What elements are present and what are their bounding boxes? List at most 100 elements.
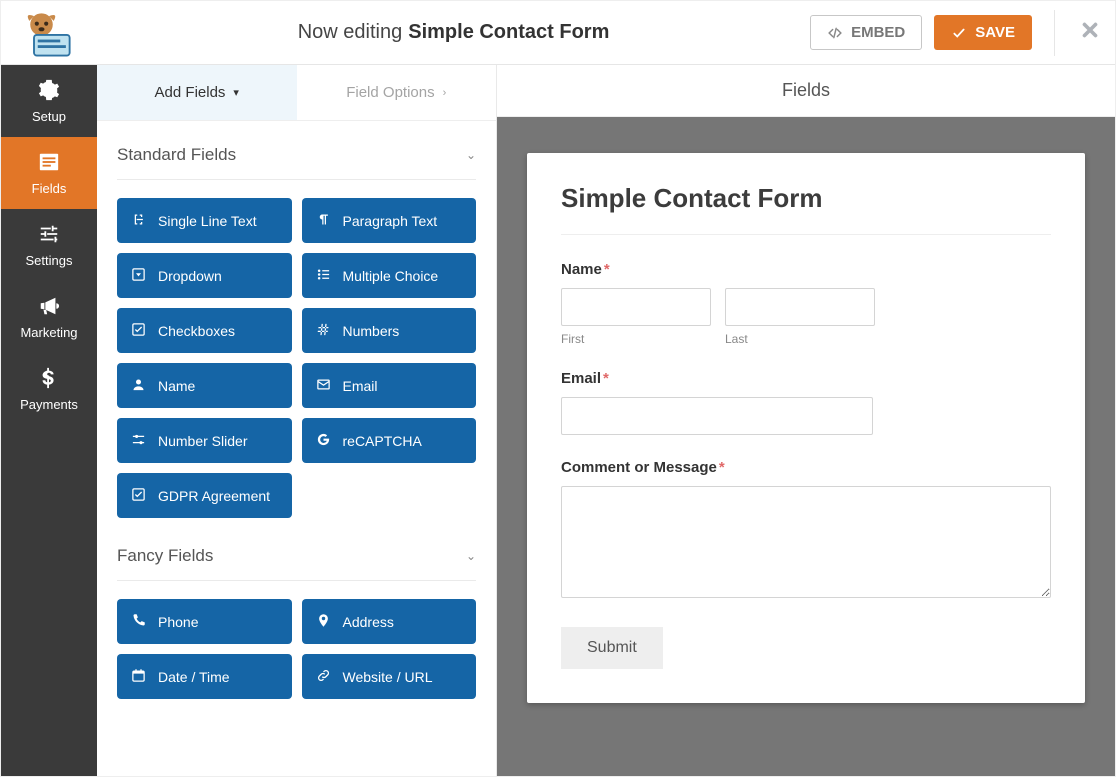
label-email: Email* xyxy=(561,370,1051,387)
tile-gdpr[interactable]: GDPR Agreement xyxy=(117,473,292,518)
tile-label: Address xyxy=(343,614,394,630)
text-cursor-icon xyxy=(131,212,146,230)
required-asterisk: * xyxy=(603,370,609,387)
embed-button[interactable]: EMBED xyxy=(810,15,922,50)
tile-recaptcha[interactable]: reCAPTCHA xyxy=(302,418,477,463)
tile-address[interactable]: Address xyxy=(302,599,477,644)
sliders-icon xyxy=(38,223,60,248)
tile-label: Checkboxes xyxy=(158,323,235,339)
close-icon xyxy=(1079,19,1101,46)
sliders-icon xyxy=(131,432,146,450)
hash-icon xyxy=(316,322,331,340)
input-email[interactable] xyxy=(561,397,873,435)
label-text: Email xyxy=(561,370,601,387)
input-first-name[interactable] xyxy=(561,288,711,326)
close-button[interactable] xyxy=(1065,19,1115,46)
section-toggle-standard[interactable]: Standard Fields ⌄ xyxy=(117,145,476,180)
panel-tabs: Add Fields ▾ Field Options › xyxy=(97,65,496,121)
tile-label: Number Slider xyxy=(158,433,247,449)
code-icon xyxy=(827,26,843,40)
check-square-icon xyxy=(131,487,146,505)
tile-numbers[interactable]: Numbers xyxy=(302,308,477,353)
tile-checkboxes[interactable]: Checkboxes xyxy=(117,308,292,353)
label-text: Name xyxy=(561,261,602,278)
phone-icon xyxy=(131,613,146,631)
rail-label: Settings xyxy=(26,253,73,268)
gear-icon xyxy=(38,79,60,104)
tile-website[interactable]: Website / URL xyxy=(302,654,477,699)
tile-label: Dropdown xyxy=(158,268,222,284)
tile-label: Date / Time xyxy=(158,669,230,685)
fields-panel[interactable]: Add Fields ▾ Field Options › Standard Fi… xyxy=(97,65,497,776)
google-icon xyxy=(316,432,331,450)
tile-grid-standard: Single Line Text Paragraph Text Dropdown… xyxy=(117,198,476,518)
input-last-name[interactable] xyxy=(725,288,875,326)
chevron-down-icon: ⌄ xyxy=(466,549,476,563)
required-asterisk: * xyxy=(604,261,610,278)
tile-number-slider[interactable]: Number Slider xyxy=(117,418,292,463)
save-button[interactable]: SAVE xyxy=(934,15,1032,50)
tile-label: Numbers xyxy=(343,323,400,339)
rail-label: Marketing xyxy=(20,325,77,340)
check-icon xyxy=(951,26,967,40)
dollar-icon xyxy=(38,367,60,392)
section-fancy-fields: Fancy Fields ⌄ Phone Address Date / Time… xyxy=(97,522,496,703)
map-marker-icon xyxy=(316,613,331,631)
tile-label: reCAPTCHA xyxy=(343,433,422,449)
rail-item-payments[interactable]: Payments xyxy=(1,353,97,425)
tile-label: Paragraph Text xyxy=(343,213,438,229)
topbar: Now editing Simple Contact Form EMBED SA… xyxy=(1,1,1115,65)
tile-label: Multiple Choice xyxy=(343,268,439,284)
sublabel-first: First xyxy=(561,332,711,346)
user-icon xyxy=(131,377,146,395)
preview-canvas: Fields Simple Contact Form Name* First L… xyxy=(497,65,1115,776)
tile-paragraph-text[interactable]: Paragraph Text xyxy=(302,198,477,243)
submit-label: Submit xyxy=(587,639,637,656)
tile-phone[interactable]: Phone xyxy=(117,599,292,644)
topbar-actions: EMBED SAVE xyxy=(810,10,1065,56)
link-icon xyxy=(316,668,331,686)
bullhorn-icon xyxy=(38,295,60,320)
rail-item-marketing[interactable]: Marketing xyxy=(1,281,97,353)
canvas-header: Fields xyxy=(497,65,1115,117)
form-title-text: Simple Contact Form xyxy=(408,21,609,44)
rail-item-settings[interactable]: Settings xyxy=(1,209,97,281)
wpforms-logo xyxy=(1,9,97,57)
envelope-icon xyxy=(316,377,331,395)
tile-single-line-text[interactable]: Single Line Text xyxy=(117,198,292,243)
embed-button-label: EMBED xyxy=(851,24,905,41)
tab-label: Field Options xyxy=(346,84,434,101)
save-button-label: SAVE xyxy=(975,24,1015,41)
submit-button[interactable]: Submit xyxy=(561,627,663,669)
form-icon xyxy=(38,151,60,176)
rail-item-setup[interactable]: Setup xyxy=(1,65,97,137)
calendar-icon xyxy=(131,668,146,686)
section-standard-fields: Standard Fields ⌄ Single Line Text Parag… xyxy=(97,121,496,522)
tile-label: Name xyxy=(158,378,195,394)
section-toggle-fancy[interactable]: Fancy Fields ⌄ xyxy=(117,546,476,581)
tab-field-options[interactable]: Field Options › xyxy=(297,65,497,120)
tile-label: Email xyxy=(343,378,378,394)
tile-datetime[interactable]: Date / Time xyxy=(117,654,292,699)
form-heading: Simple Contact Form xyxy=(561,183,1051,214)
textarea-comment[interactable] xyxy=(561,486,1051,598)
rail-label: Fields xyxy=(32,181,67,196)
tile-name[interactable]: Name xyxy=(117,363,292,408)
paragraph-icon xyxy=(316,212,331,230)
now-editing-text: Now editing xyxy=(298,21,403,44)
tile-multiple-choice[interactable]: Multiple Choice xyxy=(302,253,477,298)
field-email[interactable]: Email* xyxy=(561,370,1051,435)
required-asterisk: * xyxy=(719,459,725,476)
tab-add-fields[interactable]: Add Fields ▾ xyxy=(97,65,297,120)
label-comment: Comment or Message* xyxy=(561,459,1051,476)
tile-dropdown[interactable]: Dropdown xyxy=(117,253,292,298)
section-title: Fancy Fields xyxy=(117,546,213,566)
field-comment[interactable]: Comment or Message* xyxy=(561,459,1051,603)
chevron-down-icon: ⌄ xyxy=(466,148,476,162)
rail-item-fields[interactable]: Fields xyxy=(1,137,97,209)
canvas-title: Fields xyxy=(782,80,830,101)
sublabel-last: Last xyxy=(725,332,875,346)
tile-email[interactable]: Email xyxy=(302,363,477,408)
field-name[interactable]: Name* First Last xyxy=(561,261,1051,346)
tile-grid-fancy: Phone Address Date / Time Website / URL xyxy=(117,599,476,699)
